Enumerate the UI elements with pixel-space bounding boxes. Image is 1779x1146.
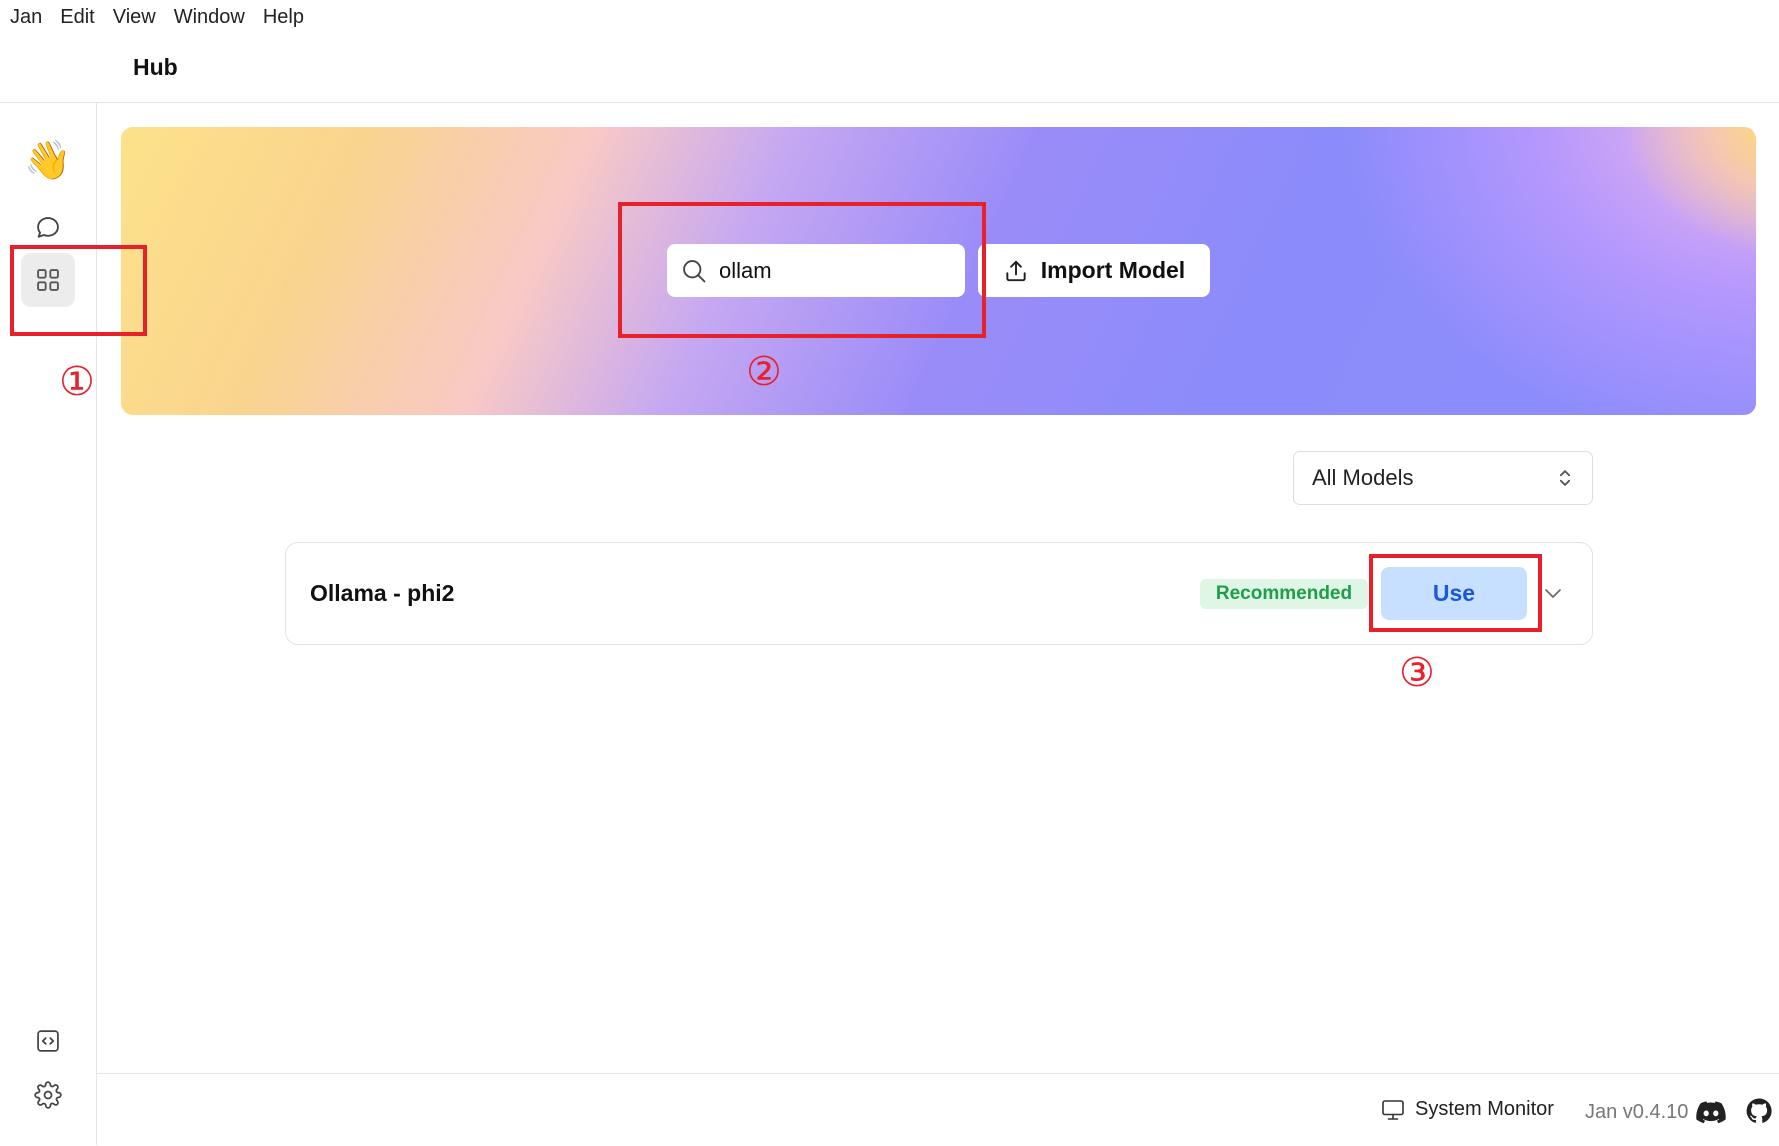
menu-bar: Jan Edit View Window Help xyxy=(0,0,1779,34)
chevron-down-icon[interactable] xyxy=(1542,583,1564,603)
github-icon[interactable] xyxy=(1746,1098,1772,1124)
import-model-label: Import Model xyxy=(1040,257,1186,283)
title-bar: Hub xyxy=(0,34,1779,103)
annotation-box-use xyxy=(1369,554,1542,632)
model-filter-value: All Models xyxy=(1312,465,1414,490)
monitor-icon xyxy=(1382,1099,1404,1120)
gear-icon xyxy=(34,1081,62,1109)
page-title: Hub xyxy=(133,54,178,80)
menu-help[interactable]: Help xyxy=(263,6,304,29)
menu-view[interactable]: View xyxy=(113,6,156,29)
chevron-up-down-icon xyxy=(1559,470,1571,486)
annotation-step-2: ② xyxy=(746,349,782,395)
chat-bubble-icon xyxy=(37,217,59,238)
system-monitor-label: System Monitor xyxy=(1415,1098,1554,1120)
upload-icon xyxy=(1006,260,1026,281)
menu-jan[interactable]: Jan xyxy=(10,6,42,29)
sidebar-item-settings[interactable] xyxy=(21,1068,75,1122)
annotation-step-3: ③ xyxy=(1399,650,1435,696)
menu-window[interactable]: Window xyxy=(174,6,245,29)
system-monitor-button[interactable]: System Monitor xyxy=(1381,1098,1554,1121)
menu-edit[interactable]: Edit xyxy=(60,6,94,29)
model-name: Ollama - phi2 xyxy=(310,580,455,606)
app-version: Jan v0.4.10 xyxy=(1585,1101,1689,1123)
code-icon xyxy=(37,1030,59,1052)
import-model-button[interactable]: Import Model xyxy=(978,244,1210,297)
annotation-box-hub-nav xyxy=(10,245,147,336)
sidebar-item-api[interactable] xyxy=(21,1014,75,1068)
model-filter-select[interactable]: All Models xyxy=(1293,451,1593,505)
annotation-box-search xyxy=(618,202,986,338)
annotation-step-1: ① xyxy=(59,359,95,405)
sidebar-item-welcome[interactable]: 👋 xyxy=(21,134,75,188)
recommended-badge: Recommended xyxy=(1200,579,1368,609)
discord-icon[interactable] xyxy=(1696,1100,1726,1124)
status-bar: System Monitor Jan v0.4.10 xyxy=(97,1073,1779,1146)
wave-hand-icon: 👋 xyxy=(24,140,72,182)
